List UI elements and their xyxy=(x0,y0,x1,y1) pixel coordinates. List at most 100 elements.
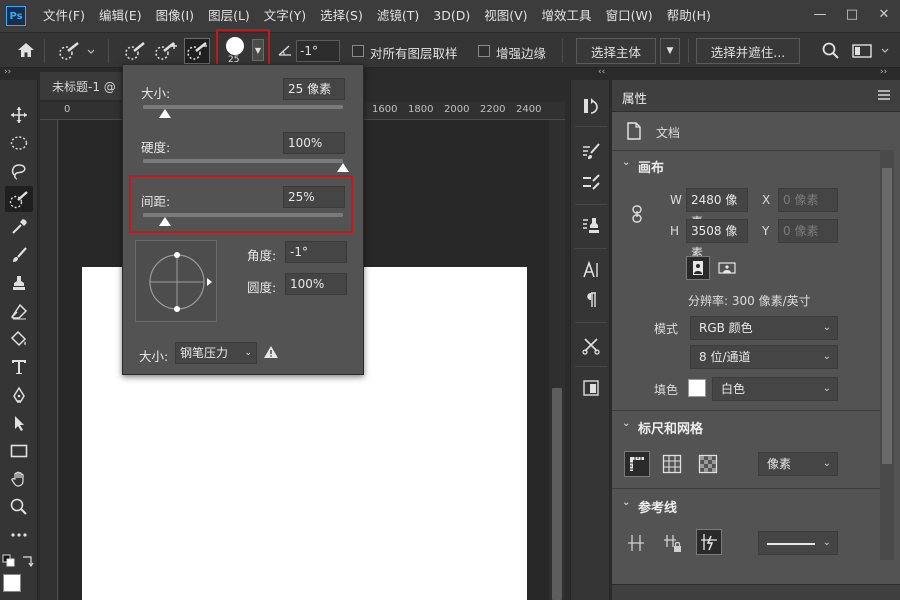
brush-tool-icon[interactable] xyxy=(5,242,33,268)
more-tools-icon[interactable] xyxy=(5,522,33,548)
marquee-tool-icon[interactable] xyxy=(5,130,33,156)
menu-type[interactable]: 文字(Y) xyxy=(257,0,313,32)
lock-guides-icon[interactable] xyxy=(662,533,682,553)
fill-color-swatch[interactable] xyxy=(688,379,706,397)
pen-tool-icon[interactable] xyxy=(5,382,33,408)
menu-filter[interactable]: 滤镜(T) xyxy=(370,0,426,32)
size-control-label: 大小: xyxy=(139,349,169,364)
pixel-grid-icon[interactable] xyxy=(698,454,718,474)
clone-source-icon[interactable] xyxy=(579,214,603,238)
maximize-button[interactable]: □ xyxy=(836,0,868,28)
sample-all-layers-checkbox[interactable] xyxy=(352,45,364,60)
canvas-section-header[interactable]: ⌄ 画布 xyxy=(612,157,882,187)
height-input[interactable]: 3508 像素 xyxy=(686,219,748,260)
path-selection-tool-icon[interactable] xyxy=(5,410,33,436)
fill-select[interactable]: 白色 ⌄ xyxy=(712,377,838,401)
zoom-tool-icon[interactable] xyxy=(5,494,33,520)
rectangle-tool-icon[interactable] xyxy=(5,438,33,464)
size-control-select[interactable]: 钢笔压力 ⌄ xyxy=(175,342,257,364)
guides-toggle-icon[interactable] xyxy=(626,533,646,553)
size-input[interactable]: 25 像素 xyxy=(283,78,345,100)
tool-presets-icon[interactable] xyxy=(579,334,603,358)
link-icon[interactable] xyxy=(630,205,644,223)
ruler-toggle-icon[interactable] xyxy=(624,451,650,477)
brushes-icon[interactable] xyxy=(579,170,603,194)
bit-depth-select[interactable]: 8 位/通道 ⌄ xyxy=(690,345,838,369)
default-colors-icon[interactable] xyxy=(2,554,16,568)
paint-bucket-tool-icon[interactable] xyxy=(5,326,33,352)
select-subject-dropdown[interactable]: ▼ xyxy=(660,38,680,64)
document-type-label: 文档 xyxy=(656,126,681,140)
history-icon[interactable] xyxy=(579,94,603,118)
swap-colors-icon[interactable] xyxy=(20,554,34,568)
menu-image[interactable]: 图像(I) xyxy=(149,0,201,32)
select-and-mask-button[interactable]: 选择并遮住... xyxy=(696,38,800,64)
eyedropper-tool-icon[interactable] xyxy=(5,214,33,240)
menu-select[interactable]: 选择(S) xyxy=(313,0,370,32)
layer-comps-icon[interactable] xyxy=(579,376,603,400)
hardness-slider-track[interactable] xyxy=(143,159,343,163)
menu-view[interactable]: 视图(V) xyxy=(477,0,534,32)
menu-plugins[interactable]: 增效工具 xyxy=(535,0,599,32)
menu-help[interactable]: 帮助(H) xyxy=(660,0,718,32)
menu-edit[interactable]: 编辑(E) xyxy=(92,0,149,32)
divider xyxy=(612,410,882,411)
portrait-orientation-icon[interactable] xyxy=(686,256,710,280)
bottom-panel-tabs[interactable] xyxy=(612,584,900,600)
brush-angle-dial[interactable] xyxy=(135,240,217,322)
paragraph-icon[interactable] xyxy=(579,288,603,312)
new-selection-icon[interactable] xyxy=(124,41,146,61)
menu-window[interactable]: 窗口(W) xyxy=(599,0,660,32)
workspace-icon[interactable] xyxy=(852,43,892,59)
guides-section-header[interactable]: ⌄ 参考线 xyxy=(612,497,882,527)
hardness-input[interactable]: 100% xyxy=(283,132,345,154)
minimize-button[interactable]: — xyxy=(804,0,836,28)
menu-3d[interactable]: 3D(D) xyxy=(426,0,477,32)
canvas-scrollbar-thumb[interactable] xyxy=(552,388,562,600)
y-input[interactable]: 0 像素 xyxy=(778,219,838,243)
rulers-grid-section-header[interactable]: ⌄ 标尺和网格 xyxy=(612,418,882,448)
size-slider-thumb[interactable] xyxy=(159,109,171,118)
grid-icon[interactable] xyxy=(662,454,682,474)
size-slider-track[interactable] xyxy=(143,105,343,109)
clone-stamp-tool-icon[interactable] xyxy=(5,270,33,296)
search-icon[interactable] xyxy=(822,42,840,60)
character-icon[interactable] xyxy=(579,258,603,282)
select-subject-button[interactable]: 选择主体 xyxy=(576,38,656,64)
close-button[interactable]: ✕ xyxy=(868,0,900,28)
hand-tool-icon[interactable] xyxy=(5,466,33,492)
guide-style-select[interactable]: ⌄ xyxy=(758,531,838,555)
add-to-selection-icon[interactable] xyxy=(154,41,178,61)
home-icon[interactable] xyxy=(16,41,36,59)
angle-input[interactable]: -1° xyxy=(296,40,340,62)
smart-guides-icon[interactable] xyxy=(696,529,722,555)
vertical-ruler[interactable] xyxy=(40,120,58,600)
units-select[interactable]: 像素 ⌄ xyxy=(758,452,838,476)
x-input[interactable]: 0 像素 xyxy=(778,188,838,212)
panel-menu-icon[interactable] xyxy=(878,90,890,100)
menu-layer[interactable]: 图层(L) xyxy=(201,0,257,32)
roundness-field[interactable]: 100% xyxy=(285,273,347,295)
subtract-from-selection-icon[interactable] xyxy=(184,38,210,64)
ruler-label: 2200 xyxy=(480,104,506,115)
landscape-orientation-icon[interactable] xyxy=(716,258,738,278)
angle-field[interactable]: -1° xyxy=(285,241,347,263)
brush-settings-icon[interactable] xyxy=(579,140,603,164)
foreground-color-swatch[interactable] xyxy=(3,574,21,592)
type-tool-icon[interactable] xyxy=(5,354,33,380)
menu-bar: Ps 文件(F) 编辑(E) 图像(I) 图层(L) 文字(Y) 选择(S) 滤… xyxy=(0,0,900,32)
move-tool-icon[interactable] xyxy=(5,102,33,128)
lasso-tool-icon[interactable] xyxy=(5,158,33,184)
menu-file[interactable]: 文件(F) xyxy=(36,0,92,32)
properties-tab[interactable]: 属性 xyxy=(622,88,647,107)
quick-select-brush-icon[interactable] xyxy=(58,41,94,61)
eraser-tool-icon[interactable] xyxy=(5,298,33,324)
mode-select[interactable]: RGB 颜色 ⌄ xyxy=(690,316,838,340)
quick-selection-tool-icon[interactable] xyxy=(5,186,33,212)
fill-label: 填色 xyxy=(654,383,679,397)
enhance-edge-checkbox[interactable] xyxy=(478,45,490,60)
properties-scrollbar-thumb[interactable] xyxy=(882,168,892,464)
width-input[interactable]: 2480 像素 xyxy=(686,188,748,229)
hardness-slider-thumb[interactable] xyxy=(337,163,349,172)
highlight-brush-picker xyxy=(216,29,270,69)
